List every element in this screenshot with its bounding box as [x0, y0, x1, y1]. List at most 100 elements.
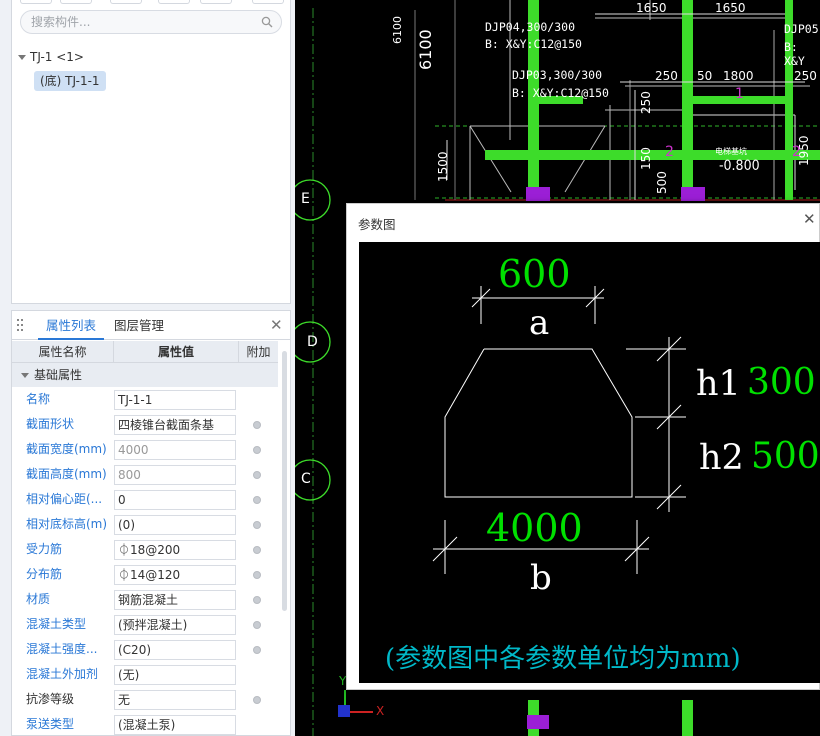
- cad-marker-1: 1: [735, 86, 744, 102]
- property-row[interactable]: 受力筋 ⏀18@200: [12, 537, 278, 562]
- search-box: [20, 10, 282, 34]
- tree-node-root[interactable]: TJ-1 <1>: [18, 49, 84, 65]
- close-icon[interactable]: ✕: [803, 211, 817, 227]
- property-row[interactable]: 抗渗等级 无: [12, 687, 278, 712]
- property-name: 混凝土强度...: [26, 642, 98, 656]
- cad-label-djp03-rebar: B: X&Y:C12@150: [512, 86, 609, 100]
- left-panel: TJ-1 <1> (底) TJ-1-1 属性列表 图层管理 ✕ 属性名称 属性值…: [0, 0, 295, 736]
- property-value-field[interactable]: ⏀14@120: [114, 565, 236, 585]
- dialog-title: 参数图: [358, 217, 396, 232]
- add-checkbox-icon[interactable]: [253, 471, 261, 479]
- component-tree-pane: TJ-1 <1> (底) TJ-1-1: [11, 0, 291, 304]
- property-row[interactable]: 截面宽度(mm) 4000: [12, 437, 278, 462]
- property-value-field[interactable]: 800: [114, 465, 236, 485]
- property-value-field[interactable]: 0: [114, 490, 236, 510]
- property-name: 分布筋: [26, 567, 63, 581]
- column-header-value: 属性值: [114, 341, 239, 363]
- property-row[interactable]: 名称 TJ-1-1: [12, 387, 278, 412]
- cad-elevation: -0.800: [719, 158, 760, 174]
- axis-label-c: C: [301, 471, 311, 487]
- tree-node-selected[interactable]: (底) TJ-1-1: [34, 71, 106, 91]
- property-row[interactable]: 混凝土类型 (预拌混凝土): [12, 612, 278, 637]
- cad-label-djp05-rebar: B: X&Y: [784, 40, 805, 68]
- add-checkbox-icon[interactable]: [253, 546, 261, 554]
- toolbar-button[interactable]: [110, 0, 142, 4]
- cad-dim-6100: 6100: [391, 16, 404, 44]
- property-pane: 属性列表 图层管理 ✕ 属性名称 属性值 附加 基础属性 名称 TJ-1-1 截面形…: [11, 310, 291, 736]
- diagram-unit-note: (参数图中各参数单位均为mm): [385, 644, 741, 674]
- add-checkbox-icon[interactable]: [253, 621, 261, 629]
- cad-dim-150: 150: [639, 147, 653, 170]
- property-value-field[interactable]: ⏀18@200: [114, 540, 236, 560]
- add-checkbox-icon[interactable]: [253, 596, 261, 604]
- scrollbar[interactable]: [282, 351, 287, 611]
- property-row[interactable]: 材质 钢筋混凝土: [12, 587, 278, 612]
- property-row[interactable]: 截面形状 四棱锥台截面条基: [12, 412, 278, 437]
- cad-dim-1650: 1650: [636, 1, 667, 15]
- tree-node-label: (底) TJ-1-1: [40, 74, 100, 88]
- toolbar-button[interactable]: [200, 0, 232, 4]
- property-value-field[interactable]: (无): [114, 665, 236, 685]
- toolbar-button[interactable]: [158, 0, 190, 4]
- property-table: 属性名称 属性值 附加 基础属性 名称 TJ-1-1 截面形状 四棱锥台截面条基 截面宽…: [12, 341, 278, 736]
- search-icon[interactable]: [261, 16, 273, 28]
- add-checkbox-icon[interactable]: [253, 496, 261, 504]
- tab-property-list[interactable]: 属性列表: [38, 311, 105, 340]
- cad-dim-500: 500: [655, 171, 669, 194]
- property-row[interactable]: 混凝土强度... (C20): [12, 637, 278, 662]
- property-value-field[interactable]: (混凝土泵): [114, 715, 236, 735]
- dim-b-label: b: [530, 558, 552, 598]
- property-name: 截面宽度(mm): [26, 442, 107, 456]
- add-checkbox-icon[interactable]: [253, 696, 261, 704]
- property-value-field[interactable]: (预拌混凝土): [114, 615, 236, 635]
- dim-h1-label: h1: [696, 364, 741, 404]
- add-checkbox-icon[interactable]: [253, 646, 261, 654]
- dim-h1-value: 300: [747, 362, 816, 403]
- toolbar-button[interactable]: [20, 0, 52, 4]
- cad-dim-250-vertical: 250: [639, 91, 653, 114]
- cad-marker-2: 2: [792, 144, 801, 160]
- property-name: 抗渗等级: [26, 692, 75, 706]
- property-value-field[interactable]: TJ-1-1: [114, 390, 236, 410]
- property-tabs: 属性列表 图层管理 ✕: [12, 311, 290, 340]
- cad-dim-250: 250: [794, 69, 817, 83]
- chevron-down-icon[interactable]: [21, 373, 29, 378]
- property-value-field[interactable]: 无: [114, 690, 236, 710]
- property-row[interactable]: 泵送类型 (混凝土泵): [12, 712, 278, 736]
- tab-layer-management[interactable]: 图层管理: [106, 311, 172, 340]
- parameter-diagram-dialog: 参数图 ✕ 600 a h1 300 h2 500 4000 b (参数图中各参…: [346, 203, 820, 690]
- property-name: 混凝土类型: [26, 617, 87, 631]
- section-outline: [444, 348, 633, 498]
- drag-handle-icon[interactable]: [17, 319, 25, 331]
- close-icon[interactable]: ✕: [270, 318, 283, 333]
- property-value-field[interactable]: 4000: [114, 440, 236, 460]
- search-input[interactable]: [31, 13, 251, 31]
- property-row[interactable]: 分布筋 ⏀14@120: [12, 562, 278, 587]
- add-checkbox-icon[interactable]: [253, 521, 261, 529]
- property-name: 名称: [26, 392, 51, 406]
- chevron-down-icon[interactable]: [18, 55, 26, 60]
- property-value-field[interactable]: (0): [114, 515, 236, 535]
- property-row[interactable]: 相对底标高(m) (0): [12, 512, 278, 537]
- add-checkbox-icon[interactable]: [253, 571, 261, 579]
- add-checkbox-icon[interactable]: [253, 446, 261, 454]
- property-rows: 名称 TJ-1-1 截面形状 四棱锥台截面条基 截面宽度(mm) 4000 截面高度(mm)…: [12, 387, 278, 736]
- dim-h2-value: 500: [751, 436, 820, 477]
- dim-a-value: 600: [498, 252, 571, 296]
- property-group-basic[interactable]: 基础属性: [12, 363, 278, 387]
- ucs-x-label: X: [376, 704, 385, 718]
- property-value-field[interactable]: (C20): [114, 640, 236, 660]
- toolbar-button[interactable]: [252, 0, 284, 4]
- property-name: 截面高度(mm): [26, 467, 107, 481]
- toolbar-button[interactable]: [60, 0, 92, 4]
- cad-dim-6100: 6100: [416, 29, 435, 70]
- dim-b-value: 4000: [486, 506, 583, 550]
- property-value-field[interactable]: 四棱锥台截面条基: [114, 415, 236, 435]
- property-row[interactable]: 混凝土外加剂 (无): [12, 662, 278, 687]
- property-row[interactable]: 截面高度(mm) 800: [12, 462, 278, 487]
- add-checkbox-icon[interactable]: [253, 421, 261, 429]
- cad-marker-2: 2: [665, 144, 674, 160]
- property-value-field[interactable]: 钢筋混凝土: [114, 590, 236, 610]
- property-row[interactable]: 相对偏心距(... 0: [12, 487, 278, 512]
- cad-label-djp04: DJP04,300/300: [485, 20, 576, 34]
